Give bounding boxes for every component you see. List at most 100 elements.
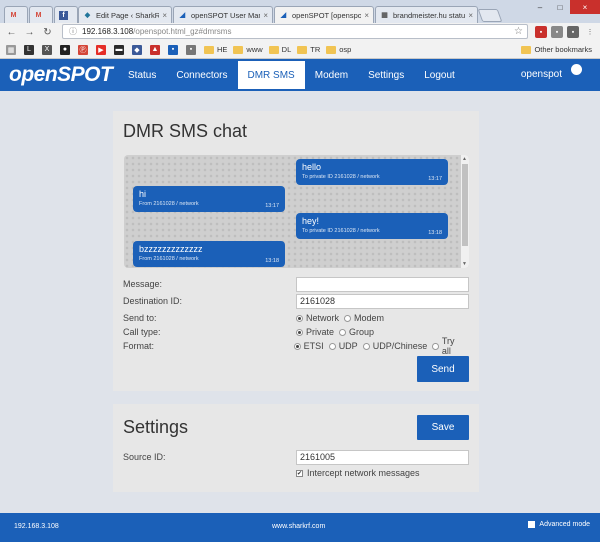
radio-label: Modem xyxy=(354,313,385,323)
radio-udp[interactable]: UDP xyxy=(328,341,358,351)
site-icon: ▪ xyxy=(168,44,178,55)
minimize-icon[interactable]: – xyxy=(530,0,550,14)
radio-button[interactable] xyxy=(362,342,370,350)
message-text: hello xyxy=(302,162,322,172)
bookmark-item[interactable]: ▦ xyxy=(6,44,18,55)
bookmark-folder-www[interactable]: www xyxy=(233,45,263,54)
bookmark-item[interactable]: ▪ xyxy=(168,44,180,55)
bookmark-item[interactable]: ▶ xyxy=(96,44,108,55)
nav-status[interactable]: Status xyxy=(118,59,166,91)
maximize-icon[interactable]: □ xyxy=(550,0,570,14)
url-input[interactable]: ⓘ 192.168.3.108 /openspot.html_gz#dmrsms… xyxy=(62,24,528,39)
message-input[interactable] xyxy=(296,276,469,292)
tab-label: openSPOT User Manual xyxy=(191,10,260,20)
destination-label: Destination ID: xyxy=(123,296,183,306)
close-icon[interactable]: × xyxy=(364,11,369,20)
status-indicator xyxy=(571,64,582,75)
nav-settings[interactable]: Settings xyxy=(358,59,414,91)
save-button[interactable]: Save xyxy=(417,415,469,440)
radio-button[interactable] xyxy=(344,314,352,322)
folder-icon xyxy=(233,45,244,54)
tab-edit-page[interactable]: ◆ Edit Page ‹ SharkRF — W × xyxy=(78,6,172,23)
bookmark-item[interactable]: L xyxy=(24,44,36,55)
footer-site-link[interactable]: www.sharkrf.com xyxy=(272,523,325,530)
tab-brandmeister[interactable]: ▦ brandmeister.hu status × xyxy=(375,6,478,23)
intercept-checkbox[interactable]: ✔ xyxy=(296,469,303,477)
bookmark-star-icon[interactable]: ☆ xyxy=(514,26,523,37)
scroll-down-icon[interactable]: ▼ xyxy=(462,261,467,267)
chat-scrollbar[interactable]: ▲ ▼ xyxy=(461,155,469,268)
youtube-icon: ▶ xyxy=(96,44,106,55)
nav-modem[interactable]: Modem xyxy=(305,59,358,91)
nav-dmr-sms[interactable]: DMR SMS xyxy=(237,61,305,89)
radio-etsi[interactable]: ETSI xyxy=(293,341,324,351)
bookmark-folder-dl[interactable]: DL xyxy=(268,45,292,54)
intercept-row: ✔ Intercept network messages xyxy=(123,465,469,481)
bookmark-item[interactable]: ● xyxy=(60,44,72,55)
radio-network[interactable]: Network xyxy=(296,313,339,323)
menu-icon[interactable]: ⋮ xyxy=(584,26,596,38)
advanced-mode-toggle[interactable]: Advanced mode xyxy=(528,521,590,528)
close-window-icon[interactable]: × xyxy=(570,0,600,14)
bookmark-item[interactable]: ▲ xyxy=(150,44,162,55)
forward-icon[interactable]: → xyxy=(23,26,36,39)
radio-modem[interactable]: Modem xyxy=(344,313,384,323)
tab-gmail-1[interactable]: M xyxy=(4,6,28,23)
radio-udp-chinese[interactable]: UDP/Chinese xyxy=(362,341,427,351)
bookmark-item[interactable]: ◆ xyxy=(132,44,144,55)
address-bar: ← → ↻ ⓘ 192.168.3.108 /openspot.html_gz#… xyxy=(0,23,600,41)
message-meta: From 2161028 / network xyxy=(139,256,199,262)
tab-facebook[interactable]: f xyxy=(54,6,78,23)
back-icon[interactable]: ← xyxy=(5,26,18,39)
scrollbar-thumb[interactable] xyxy=(462,164,468,246)
destination-id-input[interactable] xyxy=(296,293,469,309)
extension-icon[interactable]: ▪ xyxy=(567,26,579,38)
radio-button[interactable] xyxy=(432,342,439,350)
advanced-mode-checkbox[interactable] xyxy=(528,521,536,528)
bookmark-folder-he[interactable]: HE xyxy=(204,45,227,54)
tab-openspot[interactable]: ◢ openSPOT [openspot] × xyxy=(274,6,374,23)
radio-try-all[interactable]: Try all xyxy=(432,336,464,356)
new-tab-button[interactable] xyxy=(477,9,503,22)
footer: 192.168.3.108 www.sharkrf.com Advanced m… xyxy=(0,513,600,542)
radio-button[interactable] xyxy=(339,328,347,336)
radio-button[interactable] xyxy=(296,328,303,336)
close-icon[interactable]: × xyxy=(468,11,473,20)
message-time: 13:17 xyxy=(428,176,442,182)
other-bookmarks[interactable]: Other bookmarks xyxy=(521,45,592,54)
extension-icon[interactable]: ▪ xyxy=(535,26,547,38)
radio-button[interactable] xyxy=(296,314,303,322)
nav-logout[interactable]: Logout xyxy=(414,59,465,91)
chat-window[interactable]: hello To private ID 2161028 / network 13… xyxy=(124,155,469,268)
scroll-up-icon[interactable]: ▲ xyxy=(462,156,467,162)
bookmark-folder-osp[interactable]: osp xyxy=(326,45,351,54)
bookmark-folder-tr[interactable]: TR xyxy=(297,45,320,54)
page-icon: ◢ xyxy=(179,12,186,19)
folder-icon xyxy=(204,45,214,54)
reload-icon[interactable]: ↻ xyxy=(41,26,54,39)
close-icon[interactable]: × xyxy=(162,11,167,20)
folder-icon xyxy=(326,45,337,54)
panel-title: Settings xyxy=(123,417,189,437)
source-id-input[interactable] xyxy=(296,449,469,465)
send-button[interactable]: Send xyxy=(417,356,469,382)
close-icon[interactable]: × xyxy=(263,11,268,20)
nav-connectors[interactable]: Connectors xyxy=(166,59,237,91)
extension-icon[interactable]: ▪ xyxy=(551,26,563,38)
bookmark-label: DL xyxy=(281,45,292,54)
bookmark-item[interactable]: ▪ xyxy=(186,44,198,55)
message-text: bzzzzzzzzzzzzz xyxy=(139,244,203,254)
panel-title: DMR SMS chat xyxy=(123,121,248,141)
message-label: Message: xyxy=(123,279,163,289)
footer-ip: 192.168.3.108 xyxy=(14,523,59,530)
radio-button[interactable] xyxy=(293,342,301,350)
tab-gmail-2[interactable]: M xyxy=(29,6,53,23)
bookmark-item[interactable]: X xyxy=(42,44,54,55)
page-info-icon[interactable]: ⓘ xyxy=(69,26,77,37)
tab-user-manual[interactable]: ◢ openSPOT User Manual × xyxy=(173,6,273,23)
bookmark-item[interactable]: Ⓟ xyxy=(78,44,90,55)
bookmark-item[interactable]: ▬ xyxy=(114,44,126,55)
bookmark-label: www xyxy=(246,45,263,54)
radio-button[interactable] xyxy=(328,342,336,350)
site-icon: Ⓟ xyxy=(78,44,88,55)
